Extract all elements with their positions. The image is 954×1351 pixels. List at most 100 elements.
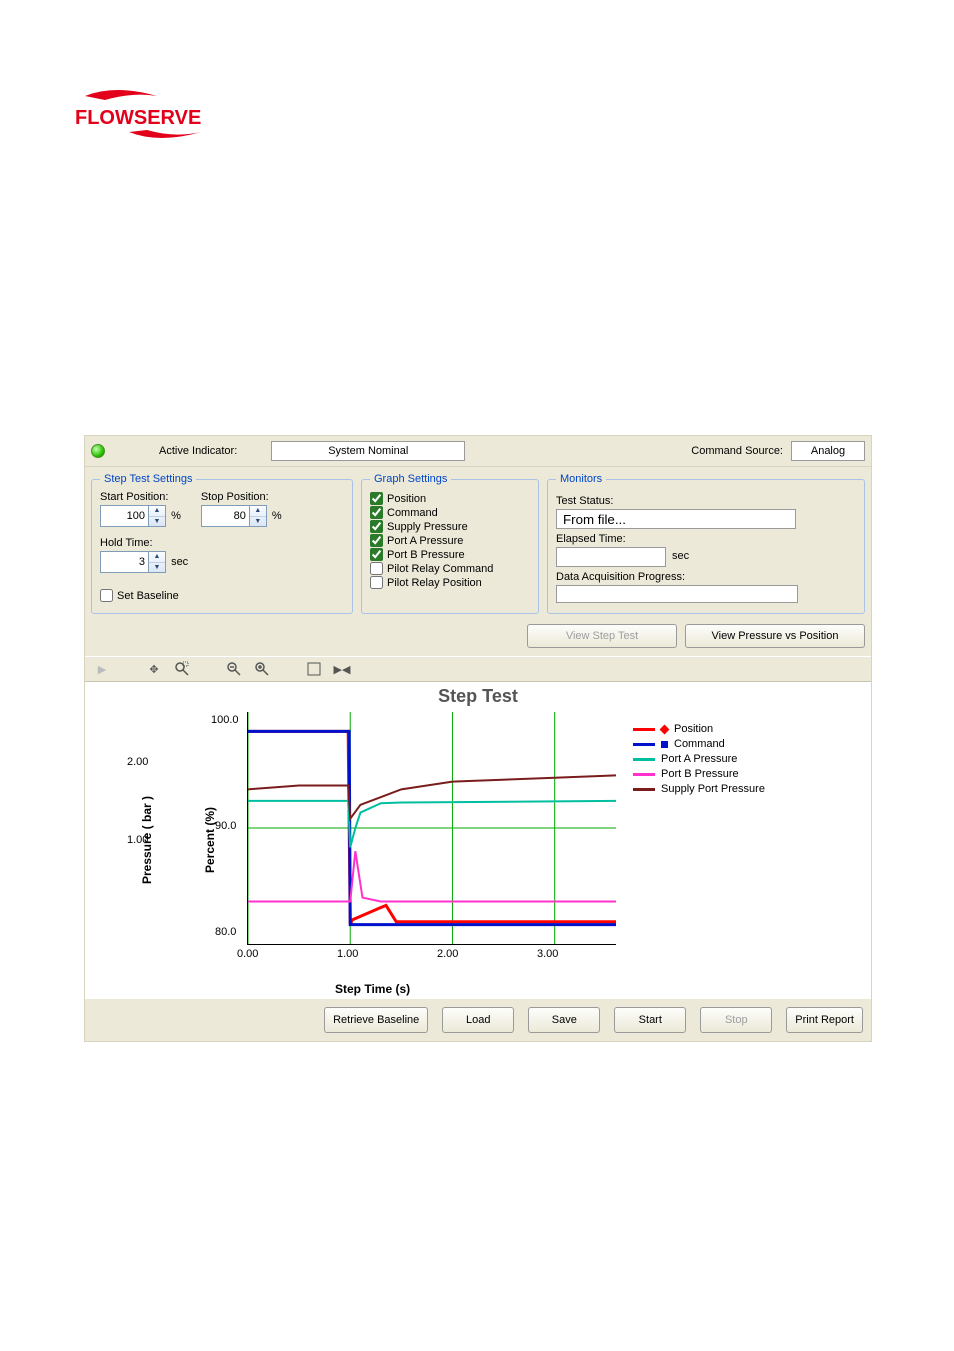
chevron-up-icon: ▲ [149,506,165,517]
zoom-select-icon[interactable] [173,660,191,678]
start-position-stepper[interactable]: ▲▼ [100,505,166,527]
zoom-out-icon[interactable] [225,660,243,678]
legend-swatch [633,773,655,776]
legend-swatch [633,728,655,731]
y2-tick: 90.0 [215,820,236,832]
graph-option-label: Port B Pressure [387,549,465,561]
graph-option-port-a-pressure[interactable]: Port A Pressure [370,534,530,547]
cursor-toggle-icon[interactable]: ▶◀ [333,660,351,678]
start-position-label: Start Position: [100,491,181,503]
load-button[interactable]: Load [442,1007,514,1033]
graph-option-supply-pressure[interactable]: Supply Pressure [370,520,530,533]
fit-icon[interactable] [305,660,323,678]
chevron-up-icon: ▲ [149,552,165,563]
graph-option-label: Pilot Relay Position [387,577,482,589]
hold-time-label: Hold Time: [100,537,344,549]
x-axis-label: Step Time (s) [335,982,410,996]
y1-tick: 1.00 [127,834,148,846]
graph-option-command[interactable]: Command [370,506,530,519]
graph-option-label: Position [387,493,426,505]
graph-option-checkbox[interactable] [370,548,383,561]
graph-option-checkbox[interactable] [370,506,383,519]
step-test-settings-legend: Step Test Settings [100,473,196,485]
monitors-legend: Monitors [556,473,606,485]
legend-swatch [633,743,655,746]
legend-item: Position [633,723,765,735]
zoom-in-icon[interactable] [253,660,271,678]
set-baseline-checkbox[interactable]: Set Baseline [100,589,344,602]
active-indicator-label: Active Indicator: [159,445,237,457]
view-pressure-vs-position-button[interactable]: View Pressure vs Position [685,624,865,648]
graph-option-pilot-relay-position[interactable]: Pilot Relay Position [370,576,530,589]
chevron-down-icon: ▼ [250,517,266,527]
stop-position-unit: % [272,510,282,522]
legend-marker-icon [660,724,670,734]
chart-toolbar: ▶ ✥ ▶◀ [85,656,871,682]
hold-time-stepper[interactable]: ▲▼ [100,551,166,573]
monitors-panel: Monitors Test Status: Elapsed Time: sec … [547,473,865,614]
hold-time-input[interactable] [100,551,149,573]
legend-label: Supply Port Pressure [661,783,765,795]
print-report-button[interactable]: Print Report [786,1007,863,1033]
graph-option-checkbox[interactable] [370,576,383,589]
graph-settings-panel: Graph Settings Position CommandSupply Pre… [361,473,539,614]
save-button[interactable]: Save [528,1007,600,1033]
stop-position-input[interactable] [201,505,250,527]
view-step-test-button[interactable]: View Step Test [527,624,677,648]
legend-item: Command [633,738,765,750]
chevron-down-icon: ▼ [149,517,165,527]
graph-option-checkbox[interactable] [370,492,383,505]
hold-time-unit: sec [171,556,188,568]
graph-option-port-b-pressure[interactable]: Port B Pressure [370,548,530,561]
legend-label: Position [674,723,713,735]
status-indicator-icon [91,444,105,458]
chart-plot[interactable] [247,712,616,945]
x-tick: 1.00 [337,948,358,960]
start-button[interactable]: Start [614,1007,686,1033]
step-test-settings-panel: Step Test Settings Start Position: ▲▼ % … [91,473,353,614]
stop-position-stepper[interactable]: ▲▼ [201,505,267,527]
graph-option-checkbox[interactable] [370,534,383,547]
legend-label: Port B Pressure [661,768,739,780]
chart-area: Step Test Pressure ( bar ) Percent (%) S… [85,682,871,998]
chart-legend: Position Command Port A Pressure Port B Pre… [633,720,765,798]
x-tick: 0.00 [237,948,258,960]
y2-tick: 100.0 [211,714,239,726]
graph-option-pilot-relay-command[interactable]: Pilot Relay Command [370,562,530,575]
y2-axis-label: Percent (%) [203,807,217,873]
test-status-label: Test Status: [556,495,856,507]
flowserve-logo: FLOWSERVE [75,90,954,145]
legend-label: Command [674,738,725,750]
daq-progress-bar [556,585,798,603]
set-baseline-input[interactable] [100,589,113,602]
y2-tick: 80.0 [215,926,236,938]
active-indicator-value [271,441,465,461]
legend-item: Port A Pressure [633,753,765,765]
stop-button[interactable]: Stop [700,1007,772,1033]
move-icon[interactable]: ✥ [145,660,163,678]
graph-option-label: Pilot Relay Command [387,563,493,575]
retrieve-baseline-button[interactable]: Retrieve Baseline [324,1007,428,1033]
elapsed-time-label: Elapsed Time: [556,533,856,545]
chevron-down-icon: ▼ [149,563,165,573]
legend-marker-icon [661,741,668,748]
legend-item: Supply Port Pressure [633,783,765,795]
graph-option-checkbox[interactable] [370,562,383,575]
graph-option-label: Command [387,507,438,519]
x-tick: 3.00 [537,948,558,960]
play-icon[interactable]: ▶ [93,660,111,678]
daq-progress-label: Data Acquisition Progress: [556,571,856,583]
start-position-input[interactable] [100,505,149,527]
legend-label: Port A Pressure [661,753,737,765]
legend-swatch [633,758,655,761]
elapsed-time-unit: sec [672,550,689,562]
test-status-value [556,509,796,529]
status-bar: Active Indicator: Command Source: [85,436,871,467]
graph-option-checkbox[interactable] [370,520,383,533]
graph-option-position[interactable]: Position [370,492,530,505]
graph-settings-legend: Graph Settings [370,473,451,485]
start-position-unit: % [171,510,181,522]
x-tick: 2.00 [437,948,458,960]
set-baseline-label: Set Baseline [117,590,179,602]
svg-text:FLOWSERVE: FLOWSERVE [75,107,201,129]
